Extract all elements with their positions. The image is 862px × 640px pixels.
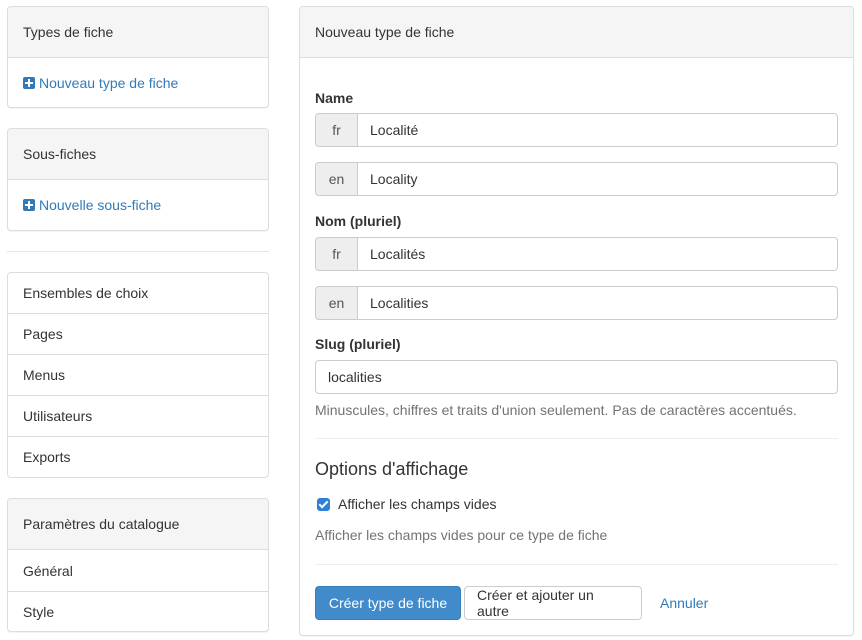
- name-fr-group: fr Localité: [315, 113, 838, 147]
- slug-label: Slug (pluriel): [315, 336, 401, 352]
- lang-addon-en: en: [315, 286, 358, 320]
- new-type-form-panel: Nouveau type de fiche Name fr Localité e…: [299, 6, 854, 636]
- name-en-group: en Locality: [315, 162, 838, 196]
- plural-en-input[interactable]: Localities: [358, 286, 838, 320]
- lang-addon-fr: fr: [315, 113, 358, 147]
- name-fr-input[interactable]: Localité: [358, 113, 838, 147]
- display-options-heading: Options d'affichage: [315, 459, 469, 479]
- sidebar-item-menus[interactable]: Menus: [8, 354, 268, 395]
- sidebar-item-style[interactable]: Style: [8, 591, 268, 632]
- plural-label: Nom (pluriel): [315, 213, 402, 229]
- lang-addon-fr: fr: [315, 237, 358, 271]
- divider: [315, 564, 838, 565]
- sidebar-item-general[interactable]: Général: [8, 550, 268, 591]
- catalog-params-panel: Paramètres du catalogue Général Style: [7, 498, 269, 632]
- show-empty-checkbox-row[interactable]: Afficher les champs vides: [315, 496, 496, 512]
- slug-help-text: Minuscules, chiffres et traits d'union s…: [315, 402, 797, 418]
- create-another-button[interactable]: Créer et ajouter un autre: [464, 586, 642, 620]
- sidebar-item-exports[interactable]: Exports: [8, 436, 268, 477]
- sidebar-item-choice-sets[interactable]: Ensembles de choix: [8, 273, 268, 313]
- show-empty-help-text: Afficher les champs vides pour ce type d…: [315, 527, 608, 543]
- new-subform-link[interactable]: Nouvelle sous-fiche: [23, 197, 161, 213]
- plural-fr-input[interactable]: Localités: [358, 237, 838, 271]
- slug-input[interactable]: localities: [315, 360, 838, 394]
- catalog-params-title: Paramètres du catalogue: [8, 499, 268, 550]
- show-empty-label: Afficher les champs vides: [338, 496, 497, 512]
- types-panel: Types de fiche Nouveau type de fiche: [7, 6, 269, 108]
- divider: [315, 438, 838, 439]
- name-en-input[interactable]: Locality: [358, 162, 838, 196]
- subforms-panel: Sous-fiches Nouvelle sous-fiche: [7, 128, 269, 231]
- plural-en-group: en Localities: [315, 286, 838, 320]
- new-subform-label: Nouvelle sous-fiche: [39, 197, 162, 213]
- plus-square-icon: [23, 76, 35, 89]
- cancel-link[interactable]: Annuler: [648, 586, 720, 620]
- plus-square-icon: [23, 199, 35, 211]
- types-panel-title: Types de fiche: [8, 7, 268, 58]
- sidebar-item-users[interactable]: Utilisateurs: [8, 395, 268, 436]
- name-label: Name: [315, 90, 354, 106]
- create-button[interactable]: Créer type de fiche: [315, 586, 461, 620]
- sidebar-item-pages[interactable]: Pages: [8, 313, 268, 354]
- plural-fr-group: fr Localités: [315, 237, 838, 271]
- show-empty-checkbox[interactable]: [317, 497, 330, 511]
- sidebar: Types de fiche Nouveau type de fiche Sou…: [7, 6, 269, 632]
- form-title: Nouveau type de fiche: [300, 7, 853, 58]
- subforms-panel-title: Sous-fiches: [8, 129, 268, 180]
- new-type-label: Nouveau type de fiche: [39, 74, 179, 91]
- lang-addon-en: en: [315, 162, 358, 196]
- sidebar-menu: Ensembles de choix Pages Menus Utilisate…: [7, 272, 269, 478]
- sidebar-divider: [7, 251, 269, 252]
- new-type-link[interactable]: Nouveau type de fiche: [23, 75, 178, 91]
